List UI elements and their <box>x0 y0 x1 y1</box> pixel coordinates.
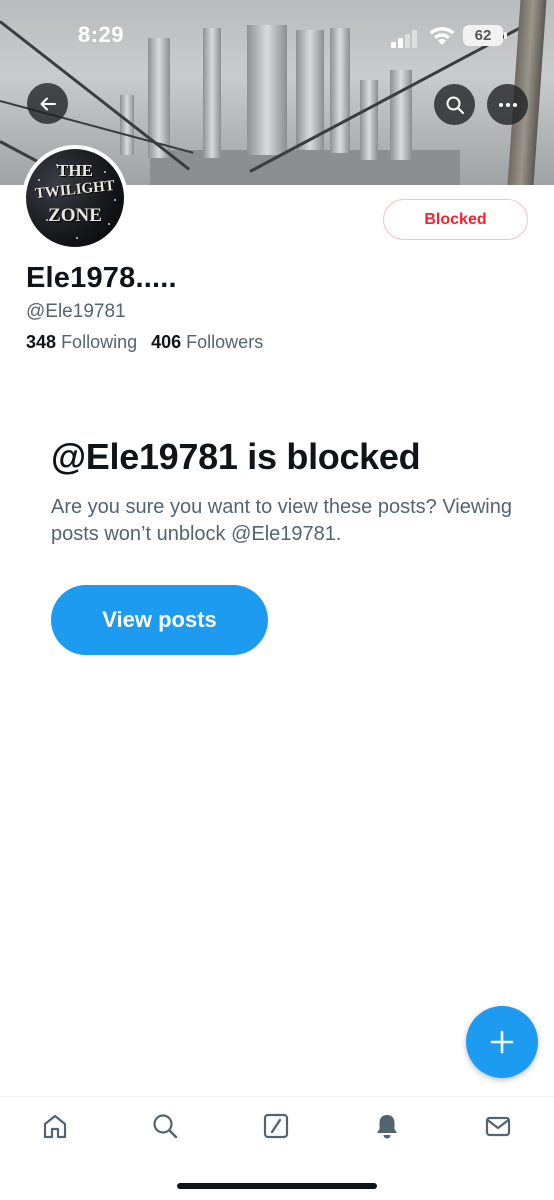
avatar[interactable]: THE TWILIGHT ZONE <box>22 145 128 251</box>
nav-messages[interactable] <box>481 1109 515 1143</box>
more-button[interactable] <box>487 84 528 125</box>
followers-count: 406 <box>151 332 182 352</box>
profile-stats: 348 Following 406 Followers <box>26 332 263 353</box>
nav-notifications[interactable] <box>370 1109 404 1143</box>
search-button[interactable] <box>434 84 475 125</box>
search-icon <box>446 96 464 114</box>
banner-roof <box>150 150 460 185</box>
home-indicator[interactable] <box>177 1183 377 1189</box>
blocked-notice-title: @Ele19781 is blocked <box>51 436 421 477</box>
more-horizontal-icon <box>498 102 517 107</box>
compose-post-button[interactable] <box>466 1006 538 1078</box>
cellular-signal-icon <box>391 28 421 48</box>
followers-link[interactable]: 406 Followers <box>151 332 263 352</box>
user-handle: @Ele19781 <box>26 301 126 322</box>
banner-antenna <box>360 80 378 160</box>
search-icon <box>153 1114 178 1139</box>
home-icon <box>43 1114 67 1139</box>
nav-search[interactable] <box>148 1109 182 1143</box>
nav-grok[interactable] <box>259 1109 293 1143</box>
followers-label: Followers <box>186 332 264 352</box>
mail-icon <box>485 1116 511 1137</box>
following-link[interactable]: 348 Following <box>26 332 137 352</box>
avatar-image: THE TWILIGHT ZONE <box>26 149 124 247</box>
nav-home[interactable] <box>38 1109 72 1143</box>
status-time: 8:29 <box>78 22 125 47</box>
view-posts-button[interactable]: View posts <box>51 585 268 655</box>
banner-antenna <box>390 70 412 160</box>
plus-icon <box>490 1030 514 1054</box>
following-count: 348 <box>26 332 57 352</box>
following-label: Following <box>61 332 138 352</box>
avatar-logo-line: ZONE <box>48 205 102 226</box>
display-name: Ele1978..... <box>26 262 177 294</box>
bottom-navigation <box>0 1096 554 1156</box>
blocked-notice-description: Are you sure you want to view these post… <box>51 496 512 545</box>
battery-icon: 62 <box>463 25 507 46</box>
back-button[interactable] <box>27 83 68 124</box>
bell-icon <box>377 1115 397 1139</box>
wifi-icon <box>429 26 455 45</box>
grok-slash-icon <box>263 1113 289 1139</box>
arrow-left-icon <box>40 97 56 110</box>
blocked-button[interactable]: Blocked <box>383 199 528 240</box>
status-bar: 8:29 62 <box>0 0 554 74</box>
